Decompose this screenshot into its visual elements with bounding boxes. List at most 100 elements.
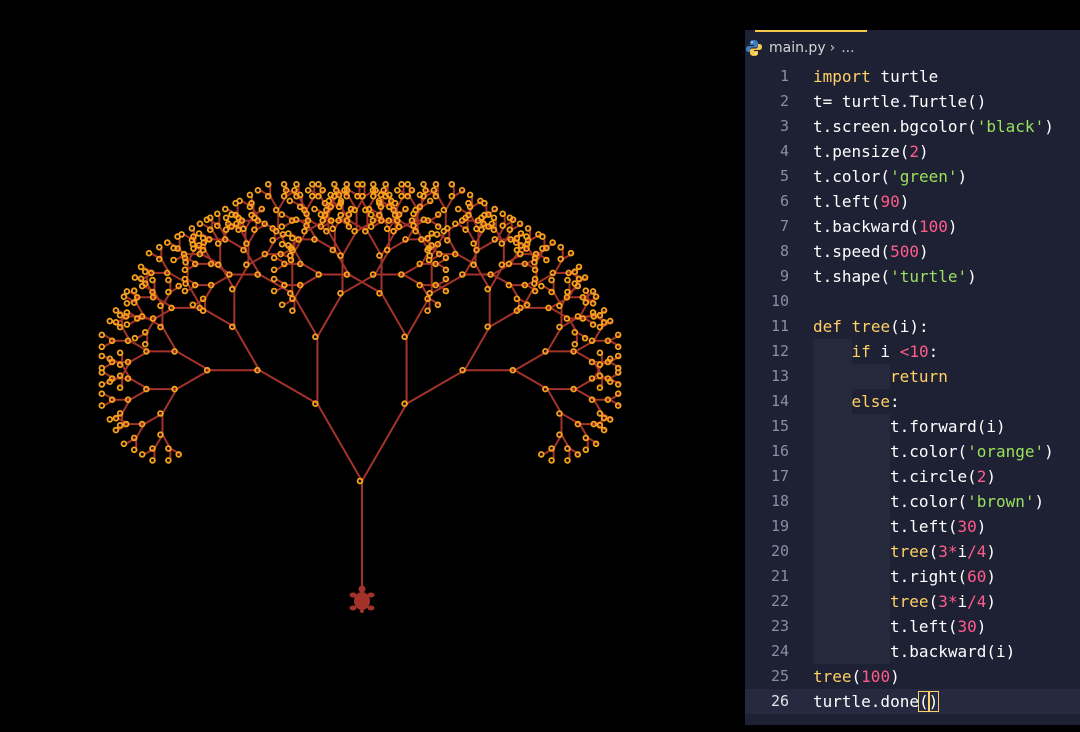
code-text[interactable]: tree(100)	[813, 664, 900, 689]
code-line[interactable]: 8 t.speed(500)	[745, 239, 1080, 264]
tree-tip-circle	[367, 211, 375, 218]
python-icon	[745, 39, 763, 57]
tree-tip-circle	[516, 304, 524, 312]
tree-tip-circle	[571, 340, 579, 348]
code-line[interactable]: 15 t.forward(i)	[745, 414, 1080, 439]
code-line[interactable]: 26 turtle.done()	[745, 689, 1080, 714]
code-token: turtle.done	[813, 692, 919, 711]
tree-tip-circle	[278, 301, 286, 309]
code-text[interactable]: t.right(60)	[890, 564, 996, 589]
tree-tip-circle	[466, 191, 474, 199]
tree-tip-circle	[362, 227, 369, 235]
code-token: 2	[909, 142, 919, 161]
code-line[interactable]: 20 tree(3*i/4)	[745, 539, 1080, 564]
tree-tip-circle	[614, 352, 622, 360]
code-text[interactable]: t.backward(100)	[813, 214, 958, 239]
code-text[interactable]: tree(3*i/4)	[890, 539, 996, 564]
line-number: 8	[779, 242, 789, 260]
tree-tip-circle	[286, 197, 294, 205]
tree-tip-circle	[145, 249, 153, 257]
code-text[interactable]: tree(3*i/4)	[890, 589, 996, 614]
tree-tip-circle	[478, 214, 485, 222]
tree-tip-circle	[337, 211, 345, 219]
code-line[interactable]: 17 t.circle(2)	[745, 464, 1080, 489]
code-line[interactable]: 12 if i <10:	[745, 339, 1080, 364]
line-number: 10	[770, 292, 789, 310]
code-text[interactable]: if i <10:	[852, 339, 939, 364]
tree-tip-circle	[424, 234, 431, 242]
code-line[interactable]: 1 import turtle	[745, 64, 1080, 89]
code-line[interactable]: 19 t.left(30)	[745, 514, 1080, 539]
code-text[interactable]: t.color('brown')	[890, 489, 1044, 514]
code-text[interactable]: t.pensize(2)	[813, 139, 929, 164]
code-text[interactable]: return	[890, 364, 948, 389]
code-lines[interactable]: 1 import turtle 2 t= turtle.Turtle() 3 t.scre…	[745, 64, 1080, 714]
code-line[interactable]: 25 tree(100)	[745, 664, 1080, 689]
code-text[interactable]: else:	[852, 389, 900, 414]
code-text[interactable]: t.color('green')	[813, 164, 967, 189]
code-line[interactable]: 24 t.backward(i)	[745, 639, 1080, 664]
code-line[interactable]: 7 t.backward(100)	[745, 214, 1080, 239]
code-line[interactable]: 14 else:	[745, 389, 1080, 414]
breadcrumb-file[interactable]: main.py	[769, 40, 826, 56]
code-line[interactable]: 23 t.left(30)	[745, 614, 1080, 639]
tree-tip-circle	[343, 181, 351, 188]
tree-tip-circle	[123, 309, 131, 316]
tree-tip-circle	[433, 231, 441, 238]
tree-tip-circle	[557, 243, 564, 251]
code-token: /	[967, 542, 977, 561]
indent-guide	[813, 464, 852, 489]
tree-tip-circle	[557, 255, 564, 263]
code-line[interactable]: 10	[745, 289, 1080, 314]
code-text[interactable]: t.left(30)	[890, 614, 986, 639]
code-token: :	[890, 392, 900, 411]
code-text[interactable]: t.color('orange')	[890, 439, 1054, 464]
line-number: 22	[770, 592, 789, 610]
code-text[interactable]: t.left(30)	[890, 514, 986, 539]
indent-guide	[813, 614, 852, 639]
code-text[interactable]: t.speed(500)	[813, 239, 929, 264]
code-line[interactable]: 3 t.screen.bgcolor('black')	[745, 114, 1080, 139]
code-text[interactable]: t.shape('turtle')	[813, 264, 977, 289]
code-line[interactable]: 5 t.color('green')	[745, 164, 1080, 189]
code-text[interactable]: t.left(90)	[813, 189, 909, 214]
code-text[interactable]: def tree(i):	[813, 314, 929, 339]
code-text[interactable]: t.circle(2)	[890, 464, 996, 489]
tree-tip-circle	[448, 192, 456, 200]
code-line[interactable]: 16 t.color('orange')	[745, 439, 1080, 464]
tree-tip-circle	[98, 331, 106, 339]
tree-tip-circle	[537, 282, 545, 290]
breadcrumb-separator: ›	[829, 40, 836, 56]
code-text[interactable]: t.screen.bgcolor('black')	[813, 114, 1054, 139]
code-text[interactable]: turtle.done()	[813, 689, 940, 714]
code-line[interactable]: 9 t.shape('turtle')	[745, 264, 1080, 289]
code-text[interactable]: t= turtle.Turtle()	[813, 89, 986, 114]
code-token: tree	[813, 667, 852, 686]
tree-tip-circle	[98, 364, 106, 372]
code-line[interactable]: 4 t.pensize(2)	[745, 139, 1080, 164]
tree-tip-circle	[359, 192, 366, 200]
code-line[interactable]: 6 t.left(90)	[745, 189, 1080, 214]
code-editor[interactable]: main.py › ... 1 import turtle 2 t= turtle.T…	[745, 30, 1080, 725]
code-line[interactable]: 2 t= turtle.Turtle()	[745, 89, 1080, 114]
tree-tip-circle	[506, 214, 514, 222]
code-token: )	[1034, 492, 1045, 511]
line-number: 3	[779, 117, 789, 135]
tree-tip-circle	[424, 307, 431, 315]
tree-tip-circle	[130, 446, 138, 454]
tree-tip-circle	[226, 271, 233, 278]
code-text[interactable]: t.forward(i)	[890, 414, 1006, 439]
tree-tip-circle	[116, 311, 124, 319]
code-line[interactable]: 21 t.right(60)	[745, 564, 1080, 589]
code-text[interactable]: t.backward(i)	[890, 639, 1015, 664]
tree-tip-circle	[470, 240, 477, 247]
code-line[interactable]: 22 tree(3*i/4)	[745, 589, 1080, 614]
code-line[interactable]: 11 def tree(i):	[745, 314, 1080, 339]
code-token: tree	[890, 542, 929, 561]
tree-tip-circle	[442, 275, 450, 283]
code-token: 100	[861, 667, 891, 686]
breadcrumb-more[interactable]: ...	[841, 40, 854, 56]
code-line[interactable]: 13 return	[745, 364, 1080, 389]
code-line[interactable]: 18 t.color('brown')	[745, 489, 1080, 514]
code-text[interactable]: import turtle	[813, 64, 938, 89]
